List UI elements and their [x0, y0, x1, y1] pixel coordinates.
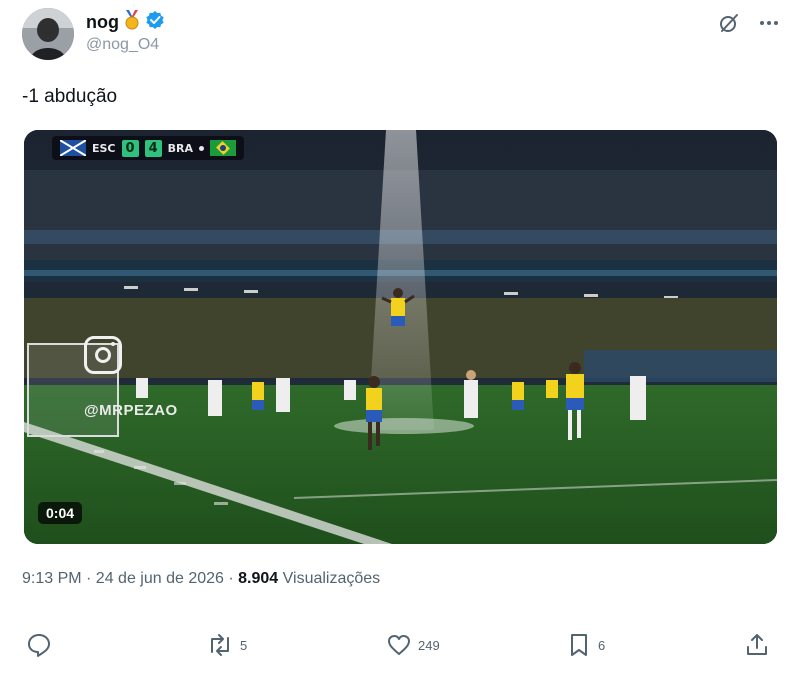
more-icon[interactable] — [758, 12, 780, 39]
bookmark-count: 6 — [598, 637, 606, 653]
home-score: 0 — [121, 139, 139, 157]
repost-button[interactable]: 5 — [206, 632, 247, 658]
like-button[interactable]: 249 — [386, 632, 440, 658]
bookmark-icon — [566, 632, 592, 658]
tweet-header: nog @nog_O4 — [22, 8, 782, 64]
tweet-text: -1 abdução — [22, 86, 118, 107]
like-count: 249 — [418, 637, 440, 653]
views-count: 8.904 — [238, 570, 279, 587]
video-duration: 0:04 — [38, 502, 83, 524]
verified-badge-icon — [145, 10, 165, 35]
brazil-flag-icon — [209, 140, 236, 156]
timestamp[interactable]: 9:13 PM · 24 de jun de 2026 · — [22, 570, 238, 587]
avatar-image — [22, 8, 74, 60]
medal-icon — [123, 9, 141, 35]
instagram-icon — [84, 336, 122, 374]
home-team: ESC — [92, 141, 116, 155]
repost-count: 5 — [240, 637, 248, 653]
video-watermark: @MRPEZAO — [84, 402, 178, 419]
away-team: BRA — [167, 141, 193, 155]
bookmark-button[interactable]: 6 — [566, 632, 605, 658]
scotland-flag-icon — [60, 140, 86, 156]
away-score: 4 — [144, 139, 162, 157]
grok-icon[interactable] — [718, 12, 740, 39]
tweet-meta: 9:13 PM · 24 de jun de 2026 · 8.904 Visu… — [22, 570, 380, 588]
reply-icon — [26, 632, 52, 658]
repost-icon — [206, 632, 234, 658]
share-icon — [744, 632, 770, 658]
display-name[interactable]: nog — [86, 12, 119, 33]
reply-button[interactable] — [26, 632, 58, 658]
scoreboard: ESC 0 4 BRA — [52, 136, 244, 160]
video-frame — [24, 130, 777, 544]
share-button[interactable] — [744, 632, 770, 658]
avatar[interactable] — [22, 8, 74, 60]
action-bar: 5 249 6 — [26, 632, 774, 664]
video-player[interactable]: ESC 0 4 BRA @MRPEZAO 0:04 — [24, 130, 777, 544]
views-label: Visualizações — [278, 570, 381, 587]
separator-dot — [198, 145, 204, 151]
user-handle[interactable]: @nog_O4 — [86, 36, 165, 54]
like-icon — [386, 632, 412, 658]
